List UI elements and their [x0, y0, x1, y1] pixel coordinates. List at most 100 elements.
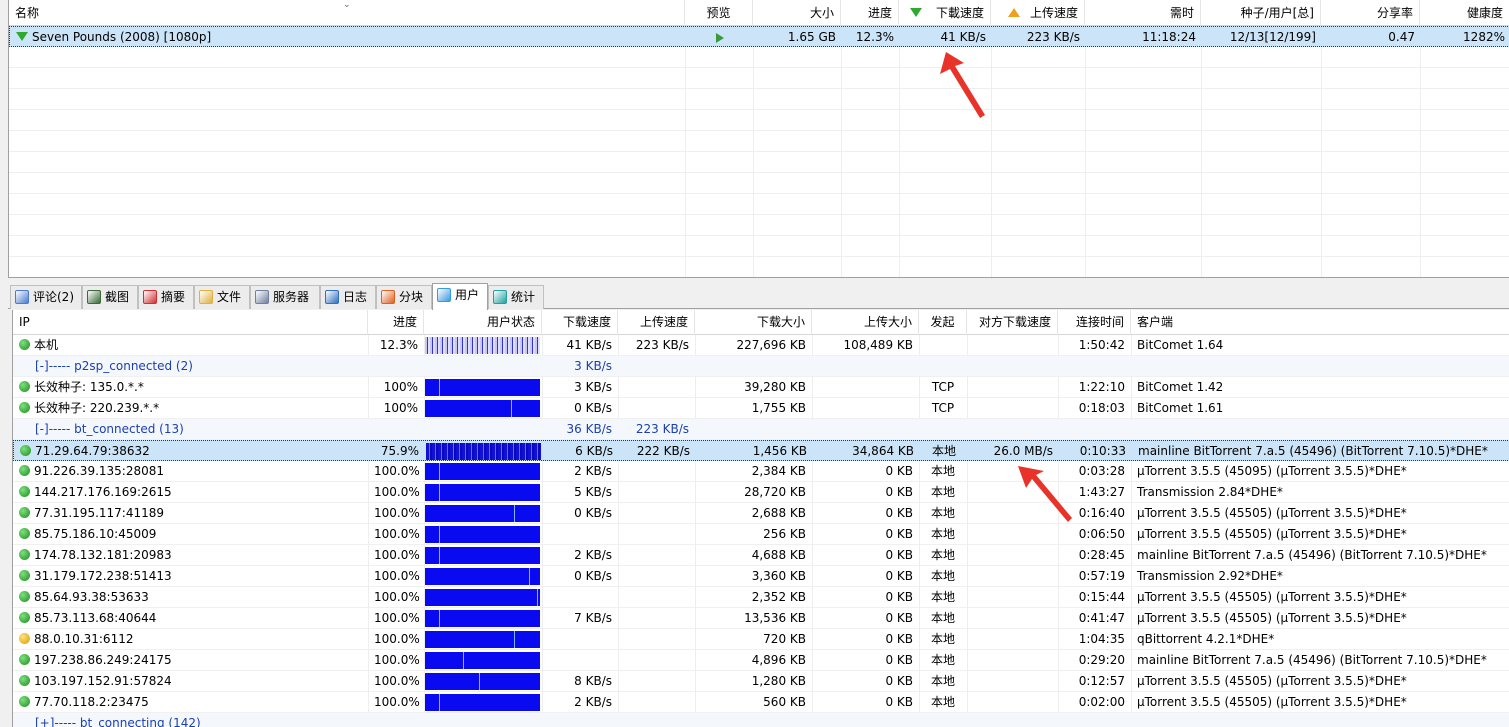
task-row-empty	[9, 68, 1509, 89]
col-peer-upload-header[interactable]: 上传速度	[618, 310, 695, 335]
peer-row[interactable]: 144.217.176.169:2615 100.0% 5 KB/s 28,720 K…	[13, 482, 1509, 503]
peer-row[interactable]: 71.29.64.79:38632 75.9% 6 KB/s 222 KB/s 1,45…	[13, 440, 1509, 461]
col-ip-header[interactable]: IP	[13, 310, 368, 335]
peer-connected-time-text: 0:18:03	[1078, 401, 1125, 415]
peer-group-row[interactable]: [-]----- bt_connected (13) 36 KB/s 223 KB/…	[13, 419, 1509, 440]
peer-connected-time: 0:06:50	[1058, 524, 1131, 544]
task-row-empty	[9, 257, 1509, 277]
col-preview-header[interactable]: 预览	[685, 0, 753, 26]
peer-group-row[interactable]: [+]----- bt_connecting (142)	[13, 713, 1509, 727]
peer-row[interactable]: 85.73.113.68:40644 100.0% 7 KB/s 13,536 KB 0…	[13, 608, 1509, 629]
peer-download-speed-text: 5 KB/s	[574, 485, 612, 499]
peer-row[interactable]: 77.70.118.2:23475 100.0% 2 KB/s 560 KB 0 KB 本…	[13, 692, 1509, 713]
peer-uploaded: 0 KB	[812, 545, 919, 565]
task-row[interactable]: Seven Pounds (2008) [1080p] 1.65 GB 12.3…	[9, 26, 1509, 47]
col-size-header[interactable]: 大小	[753, 0, 841, 26]
peer-status-icon	[19, 507, 30, 518]
task-preview-cell[interactable]	[686, 27, 754, 47]
peer-connected-time: 0:10:33	[1059, 441, 1132, 461]
tab-label: 日志	[343, 290, 368, 304]
col-status-header[interactable]: 用户状态	[424, 310, 542, 335]
peer-peer-download-speed	[967, 524, 1058, 544]
tab-label: 摘要	[161, 290, 186, 304]
col-upload-speed-header[interactable]: 上传速度	[991, 0, 1085, 26]
col-downloaded-header[interactable]: 下载大小	[695, 310, 812, 335]
peer-row[interactable]: 77.31.195.117:41189 100.0% 0 KB/s 2,688 KB 0…	[13, 503, 1509, 524]
peer-upload-speed-text: 223 KB/s	[635, 338, 689, 352]
peer-progress: 100.0%	[368, 587, 424, 607]
peer-ip-text: 174.78.132.181:20983	[34, 548, 172, 562]
preview-play-icon[interactable]	[716, 32, 724, 43]
tab-pie[interactable]: 分块	[376, 285, 432, 309]
peer-status-bar	[425, 505, 540, 522]
peer-connected-time-text: 1:43:27	[1078, 485, 1125, 499]
tab-user[interactable]: 用户	[432, 283, 488, 310]
peer-client: mainline BitTorrent 7.a.5 (45496) (BitTo…	[1132, 441, 1509, 461]
tab-summary[interactable]: 摘要	[138, 285, 194, 309]
tab-file[interactable]: 文件	[194, 285, 250, 309]
peer-downloaded: 39,280 KB	[695, 377, 812, 397]
col-peer-download-header[interactable]: 下载速度	[542, 310, 618, 335]
peer-download-speed-text: 0 KB/s	[574, 506, 612, 520]
tab-comment[interactable]: 评论(2)	[10, 285, 82, 309]
peer-group-row[interactable]: [-]----- p2sp_connected (2) 3 KB/s	[13, 356, 1509, 377]
col-seeds-header[interactable]: 种子/用户[总]	[1201, 0, 1321, 26]
peer-uploaded: 0 KB	[812, 461, 919, 481]
col-preview-label: 预览	[706, 6, 731, 20]
tab-log[interactable]: 日志	[320, 285, 376, 309]
user-icon	[437, 287, 451, 302]
peer-progress: 100.0%	[368, 545, 424, 565]
peer-connected-time-text: 1:22:10	[1078, 380, 1125, 394]
col-progress-label: 进度	[867, 6, 892, 20]
peer-status-bar-mark	[513, 505, 515, 522]
col-peer-dl-speed-header[interactable]: 对方下载速度	[967, 310, 1058, 335]
col-connected-header[interactable]: 连接时间	[1058, 310, 1131, 335]
peer-peer-download-speed	[967, 650, 1058, 670]
col-peer-progress-header[interactable]: 进度	[368, 310, 424, 335]
col-download-speed-header[interactable]: 下載速度	[899, 0, 991, 26]
peer-row[interactable]: 长效种子: 135.0.*.* 100% 3 KB/s 39,280 KB TCP 1:2…	[13, 377, 1509, 398]
peer-ip-text: 91.226.39.135:28081	[34, 464, 165, 478]
peer-uploaded: 0 KB	[812, 482, 919, 502]
peer-row[interactable]: 31.179.172.238:51413 100.0% 0 KB/s 3,360 KB…	[13, 566, 1509, 587]
tab-label: 用户	[455, 288, 480, 302]
task-row-empty	[9, 89, 1509, 110]
peer-row[interactable]: 88.0.10.31:6112 100.0% 720 KB 0 KB 本地 1:04:35…	[13, 629, 1509, 650]
task-list[interactable]: 名称 ⌄ 预览 大小 进度 下載速度 上传速度 需时 种子/用户[总] 分享率 …	[8, 0, 1509, 278]
col-uploaded-label: 上传大小	[863, 315, 912, 329]
col-progress-header[interactable]: 进度	[841, 0, 899, 26]
peer-list[interactable]: IP 进度 用户状态 下载速度 上传速度 下载大小 上传大小 发起 对方下载速度…	[12, 310, 1509, 727]
peer-ip-text: 103.197.152.91:57824	[34, 674, 172, 688]
peer-progress-text: 100.0%	[374, 527, 420, 541]
col-remaining-header[interactable]: 需时	[1085, 0, 1201, 26]
peer-row[interactable]: 174.78.132.181:20983 100.0% 2 KB/s 4,688 KB…	[13, 545, 1509, 566]
col-health-header[interactable]: 健康度	[1420, 0, 1509, 26]
tab-server[interactable]: 服务器	[250, 285, 320, 309]
col-uploaded-header[interactable]: 上传大小	[812, 310, 919, 335]
peer-upload-speed: 223 KB/s	[618, 335, 695, 355]
tab-screenshot[interactable]: 截图	[82, 285, 138, 309]
peer-initiated-by: 本地	[919, 608, 967, 628]
peer-status-icon	[19, 381, 30, 392]
peer-row[interactable]: 91.226.39.135:28081 100.0% 2 KB/s 2,384 KB 0…	[13, 461, 1509, 482]
tab-stats[interactable]: 统计	[488, 285, 544, 309]
peer-row[interactable]: 本机 12.3% 41 KB/s 223 KB/s 227,696 KB 108,489 …	[13, 335, 1509, 356]
peer-status-icon	[19, 570, 30, 581]
peer-row[interactable]: 85.75.186.10:45009 100.0% 256 KB 0 KB 本地 0:06…	[13, 524, 1509, 545]
col-share-ratio-header[interactable]: 分享率	[1321, 0, 1420, 26]
peer-ip-text: 85.75.186.10:45009	[34, 527, 157, 541]
task-row-empty	[9, 110, 1509, 131]
col-client-header[interactable]: 客户端	[1131, 310, 1509, 335]
peer-row[interactable]: 197.238.86.249:24175 100.0% 4,896 KB 0 KB 本地…	[13, 650, 1509, 671]
peer-downloaded: 1,280 KB	[695, 671, 812, 691]
peer-row[interactable]: 103.197.152.91:57824 100.0% 8 KB/s 1,280 KB…	[13, 671, 1509, 692]
col-initiated-header[interactable]: 发起	[919, 310, 967, 335]
peer-progress: 100.0%	[368, 692, 424, 712]
peer-download-speed: 6 KB/s	[543, 441, 619, 461]
peer-status-bar-mark	[511, 400, 513, 417]
peer-status-bar-mark	[438, 526, 440, 543]
peer-client: BitComet 1.42	[1131, 377, 1509, 397]
peer-row[interactable]: 85.64.93.38:53633 100.0% 2,352 KB 0 KB 本地 0:1…	[13, 587, 1509, 608]
peer-row[interactable]: 长效种子: 220.239.*.* 100% 0 KB/s 1,755 KB TCP 0:…	[13, 398, 1509, 419]
peer-connected-time-text: 0:03:28	[1078, 464, 1125, 478]
